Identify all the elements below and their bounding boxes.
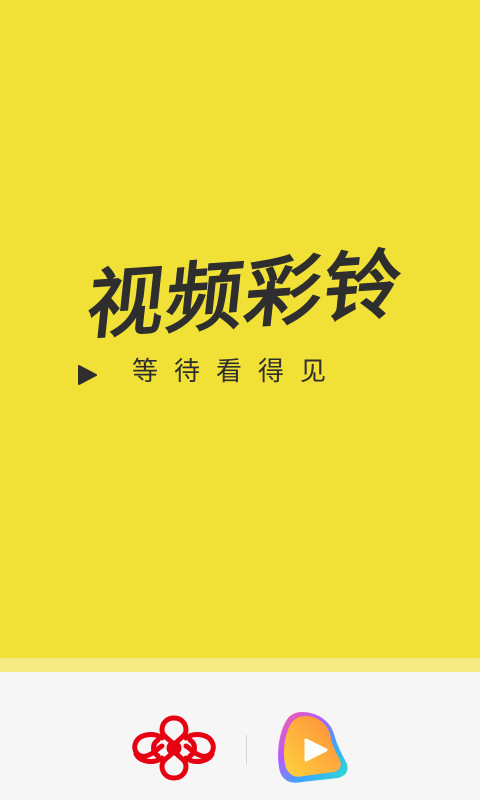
play-icon bbox=[78, 365, 97, 385]
tagline: 等待看得见 bbox=[132, 357, 343, 387]
footer-divider bbox=[0, 658, 480, 672]
china-unicom-logo-icon bbox=[132, 715, 216, 781]
app-title: 视频彩铃 bbox=[82, 239, 408, 350]
footer-bar bbox=[0, 672, 480, 800]
video-ringtone-app-logo-icon bbox=[278, 712, 348, 783]
tagline-row: 等待看得见 bbox=[76, 352, 416, 392]
title-container: 视频彩铃 bbox=[60, 239, 430, 350]
logo-separator bbox=[246, 735, 247, 765]
splash-screen: 视频彩铃 等待看得见 bbox=[0, 0, 480, 800]
